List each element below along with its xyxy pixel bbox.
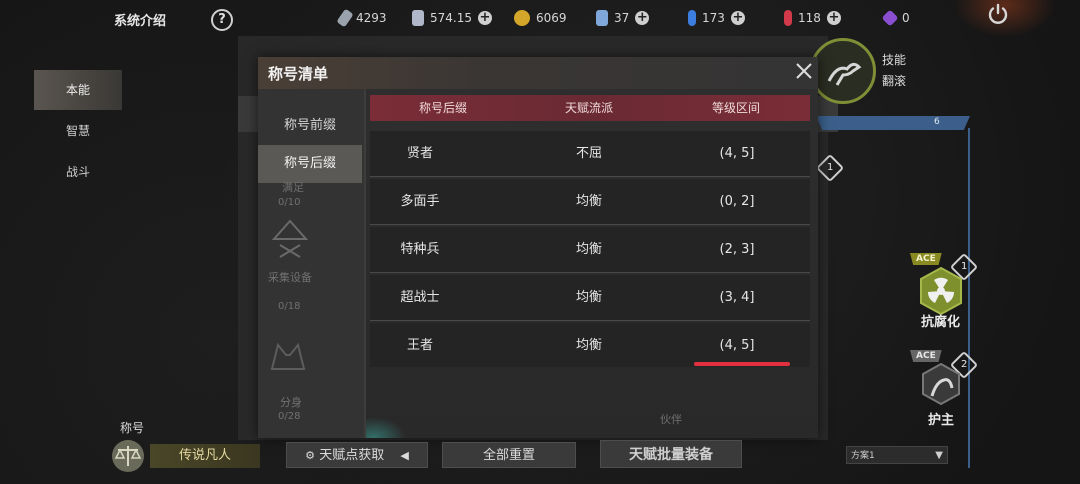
add-blue-potion-button[interactable]: + bbox=[730, 11, 745, 25]
ghost-item-count: 0/28 bbox=[278, 411, 301, 422]
table-row: 王者 均衡 (4, 5] bbox=[370, 323, 810, 367]
blue-potion-icon bbox=[688, 10, 696, 26]
triangle-down-icon: ▼ bbox=[935, 450, 943, 461]
category-nav: 本能 智慧 战斗 bbox=[34, 70, 122, 193]
ghost-item-count: 0/18 bbox=[278, 301, 301, 312]
add-crystal-button[interactable]: + bbox=[635, 11, 650, 25]
cell-suffix: 特种兵 bbox=[400, 242, 440, 257]
runner-icon bbox=[827, 62, 862, 86]
scale-icon bbox=[112, 440, 144, 472]
title-label: 称号 bbox=[120, 421, 145, 435]
skill-sublabel: 翻滚 bbox=[882, 74, 907, 88]
dialog-sidebar: 称号前缀 称号后缀 满足 0/10 采集设备 0/18 分身 0/28 bbox=[258, 89, 364, 438]
cell-school: 均衡 bbox=[575, 242, 602, 257]
skill-name-protect-master: 护主 bbox=[928, 413, 955, 428]
dialog-title: 称号清单 bbox=[268, 65, 329, 83]
resource-red-potion: 118 + bbox=[784, 9, 841, 27]
reset-all-button[interactable]: 全部重置 bbox=[442, 442, 576, 468]
guard-icon[interactable] bbox=[914, 358, 968, 412]
ghost-item-name: 满足 bbox=[282, 181, 304, 194]
talent-source-button[interactable]: ⚙ 天赋点获取 ◀ bbox=[286, 442, 428, 468]
table-row: 贤者 不屈 (4, 5] bbox=[370, 131, 810, 177]
cell-suffix: 王者 bbox=[406, 338, 433, 353]
roll-skill-icon[interactable] bbox=[810, 38, 876, 104]
red-potion-icon bbox=[784, 10, 792, 26]
batch-equip-button[interactable]: 天赋批量装备 bbox=[600, 440, 742, 468]
cell-school: 均衡 bbox=[575, 338, 602, 353]
title-table-panel: 称号后缀 天赋流派 等级区间 贤者 不屈 (4, 5] 多面手 均衡 (0, 2… bbox=[366, 89, 818, 438]
ghost-item-name: 分身 bbox=[280, 396, 302, 409]
cell-range: (2, 3] bbox=[719, 242, 755, 257]
resource-value: 574.15 bbox=[430, 11, 472, 25]
cell-range: (4, 5] bbox=[719, 146, 755, 161]
resource-value: 118 bbox=[798, 11, 821, 25]
top-bar: 系统介绍 ? 4293 574.15 + 6069 37 + 173 + 118… bbox=[0, 0, 1080, 36]
crystal-icon bbox=[596, 10, 608, 26]
card-icon bbox=[412, 10, 424, 26]
table-row: 超战士 均衡 (3, 4] bbox=[370, 275, 810, 321]
resource-value: 0 bbox=[902, 11, 910, 25]
resource-value: 6069 bbox=[536, 11, 567, 25]
close-icon[interactable] bbox=[794, 61, 814, 81]
ghost-partner-label: 伙伴 bbox=[660, 413, 682, 426]
table-row: 多面手 均衡 (0, 2] bbox=[370, 179, 810, 225]
gather-device-icon bbox=[272, 219, 308, 258]
cell-suffix: 贤者 bbox=[406, 146, 433, 161]
ghost-item-count: 0/10 bbox=[278, 197, 301, 208]
resource-value: 4293 bbox=[356, 11, 387, 25]
tab-title-prefix[interactable]: 称号前缀 bbox=[258, 107, 362, 145]
resource-chip: 4293 bbox=[336, 8, 387, 28]
cell-range: (3, 4] bbox=[719, 290, 755, 305]
resource-coin: 6069 bbox=[514, 9, 567, 27]
wolf-icon bbox=[270, 342, 306, 370]
cell-school: 均衡 bbox=[575, 194, 602, 209]
resource-value: 173 bbox=[702, 11, 725, 25]
column-header-school: 天赋流派 bbox=[564, 101, 613, 115]
triangle-left-icon: ◀ bbox=[400, 449, 409, 462]
resource-crystal: 37 + bbox=[596, 9, 650, 27]
coin-icon bbox=[514, 10, 530, 26]
tab-title-suffix[interactable]: 称号后缀 bbox=[258, 145, 362, 183]
corner-glow bbox=[366, 417, 406, 438]
radiation-icon[interactable] bbox=[914, 264, 968, 318]
column-header-range: 等级区间 bbox=[711, 101, 760, 115]
title-list-dialog: 称号清单 称号前缀 称号后缀 满足 0/10 采集设备 0/18 分身 0/28… bbox=[258, 57, 818, 438]
gear-icon: ⚙ bbox=[305, 449, 316, 462]
purple-gem-icon bbox=[881, 9, 899, 27]
chip-icon bbox=[336, 8, 354, 28]
nav-item-instinct[interactable]: 本能 bbox=[34, 70, 122, 110]
dialog-header: 称号清单 bbox=[258, 57, 818, 89]
nav-item-wisdom[interactable]: 智慧 bbox=[34, 111, 122, 151]
skill-name-anti-corrosion: 抗腐化 bbox=[921, 315, 961, 330]
resource-purple-gem: 0 bbox=[881, 9, 910, 27]
ghost-item-name: 采集设备 bbox=[268, 271, 312, 284]
cell-school: 不屈 bbox=[575, 146, 602, 161]
skill-label: 技能 bbox=[882, 53, 907, 67]
progress-line bbox=[968, 128, 970, 468]
progress-number: 6 bbox=[934, 117, 940, 127]
resource-value: 37 bbox=[614, 11, 630, 25]
resource-card: 574.15 + bbox=[412, 9, 492, 27]
table-row: 特种兵 均衡 (2, 3] bbox=[370, 227, 810, 273]
add-red-potion-button[interactable]: + bbox=[826, 11, 841, 25]
column-header-suffix: 称号后缀 bbox=[418, 101, 467, 115]
cell-range: (0, 2] bbox=[719, 194, 755, 209]
table-header: 称号后缀 天赋流派 等级区间 bbox=[370, 95, 810, 121]
current-title-badge[interactable]: 传说凡人 bbox=[150, 444, 260, 468]
progress-bar bbox=[816, 116, 970, 130]
nav-item-combat[interactable]: 战斗 bbox=[34, 152, 122, 192]
add-card-button[interactable]: + bbox=[478, 11, 492, 25]
cell-suffix: 多面手 bbox=[400, 194, 440, 209]
highlight-underline bbox=[694, 362, 790, 366]
resource-blue-potion: 173 + bbox=[688, 9, 745, 27]
cell-school: 均衡 bbox=[575, 290, 602, 305]
cell-suffix: 超战士 bbox=[400, 290, 440, 305]
system-intro-link[interactable]: 系统介绍 bbox=[114, 10, 166, 29]
power-icon[interactable] bbox=[986, 2, 1010, 26]
plan-select[interactable]: 方案1 ▼ bbox=[846, 446, 948, 464]
help-icon[interactable]: ? bbox=[211, 9, 233, 31]
